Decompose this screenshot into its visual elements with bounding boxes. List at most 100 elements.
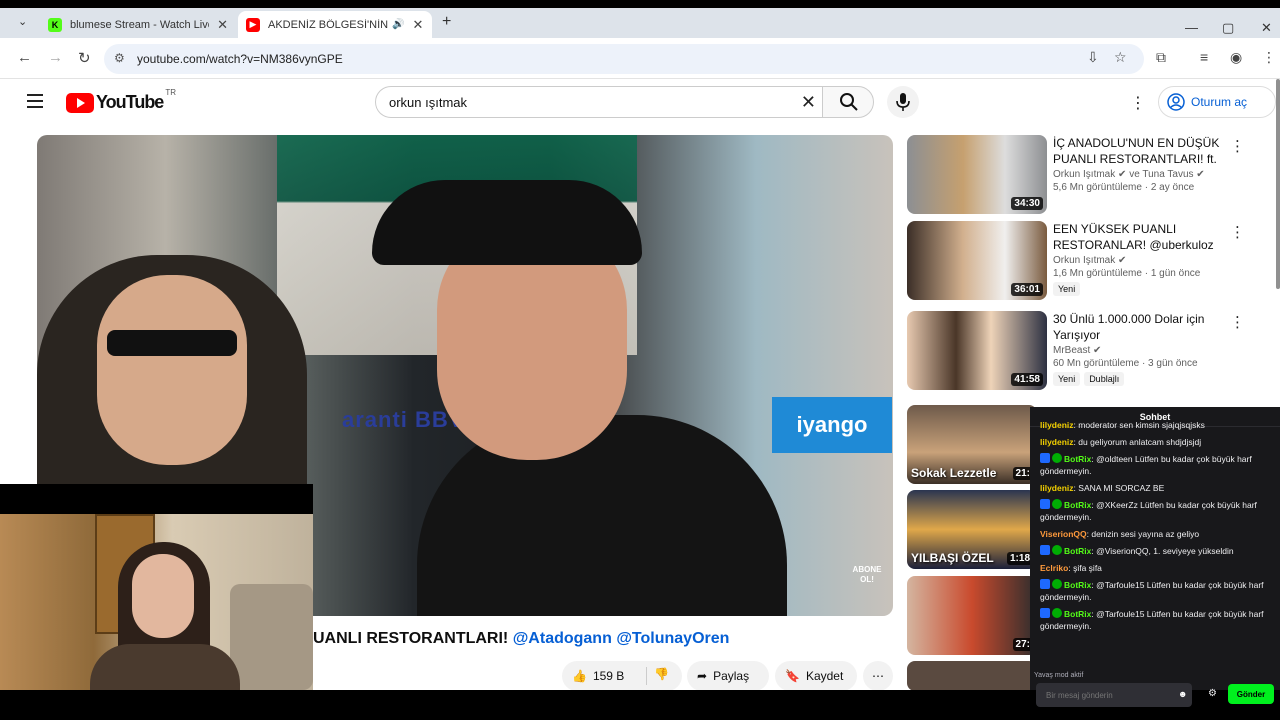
channel-name-1[interactable]: Orkun Işıtmak (1053, 169, 1115, 180)
close-tab-icon[interactable]: ✕ (412, 17, 423, 33)
window-close-icon[interactable]: ✕ (1261, 20, 1272, 36)
site-info-icon[interactable]: ⚙ (114, 51, 125, 65)
chat-username[interactable]: BotRix (1064, 500, 1091, 510)
duration-badge: 34:30 (1011, 197, 1043, 210)
chat-username[interactable]: lilydeniz (1040, 420, 1074, 430)
chat-username[interactable]: lilydeniz (1040, 437, 1074, 447)
view-meta: 1,6 Mn görüntüleme · 1 gün önce (1053, 268, 1201, 279)
chat-message: lilydeniz: moderator sen kimsin sjajqjsq… (1040, 419, 1274, 431)
bot-badge-icon (1040, 608, 1050, 618)
clear-search-icon[interactable]: ✕ (801, 92, 816, 113)
recommendation-title[interactable]: 30 Ünlü 1.000.000 Dolar için Yarışıyor (1053, 311, 1223, 343)
chat-message: BotRix: @Tarfoule15 Lütfen bu kadar çok … (1040, 579, 1274, 603)
toolbar: ← → ↻ ⚙ youtube.com/watch?v=NM386vynGPE … (0, 38, 1280, 79)
channel-name-2[interactable]: ve Tuna Tavus (1129, 169, 1193, 180)
video-thumbnail[interactable]: 36:01 (907, 221, 1047, 300)
chat-message-input[interactable] (1036, 683, 1192, 707)
thumbnail-caption: YILBAŞI ÖZEL (911, 551, 994, 565)
page-scrollbar[interactable] (1276, 79, 1280, 289)
more-actions-button[interactable]: ⋯ (863, 661, 893, 691)
youtube-logo[interactable]: YouTube TR (66, 88, 176, 113)
maximize-icon[interactable]: ▢ (1222, 20, 1234, 36)
tab-kick-stream[interactable]: K blumese Stream - Watch Live on ✕ (40, 11, 236, 38)
video-thumbnail[interactable]: 34:30 (907, 135, 1047, 214)
channel-name-1[interactable]: MrBeast (1053, 345, 1090, 356)
recommendation-title[interactable]: EEN YÜKSEK PUANLI RESTORANLAR! @uberkulo… (1053, 221, 1223, 253)
close-tab-icon[interactable]: ✕ (217, 17, 228, 33)
like-button[interactable]: 👍 159 B 👎 (562, 661, 682, 691)
video-cap (372, 180, 642, 265)
chat-username[interactable]: BotRix (1064, 609, 1091, 619)
bot-badge-icon (1040, 579, 1050, 589)
reload-icon[interactable]: ↻ (78, 49, 91, 67)
more-options-icon[interactable]: ⋮ (1230, 313, 1245, 331)
new-tab-icon[interactable]: + (442, 13, 451, 31)
chat-message: BotRix: @Tarfoule15 Lütfen bu kadar çok … (1040, 608, 1274, 632)
chat-username[interactable]: BotRix (1064, 580, 1091, 590)
bookmark-star-icon[interactable]: ☆ (1114, 49, 1127, 66)
hamburger-menu-icon[interactable] (27, 94, 43, 108)
video-thumbnail[interactable]: YILBAŞI ÖZEL 1:18 (907, 490, 1037, 569)
thumbs-up-icon: 👍 (572, 669, 587, 683)
extensions-icon[interactable]: ⧉ (1156, 49, 1166, 66)
speaker-icon[interactable]: 🔊 (392, 19, 404, 30)
mention-link[interactable]: @Atadogann (513, 630, 612, 647)
tab-search-icon[interactable]: ⌄ (18, 15, 27, 28)
chat-username[interactable]: Eclriko (1040, 563, 1068, 573)
browser-menu-icon[interactable]: ⋮ (1262, 49, 1276, 66)
mention-link[interactable]: @TolunayOren (616, 630, 729, 647)
recommendation-item[interactable]: 34:30 İÇ ANADOLU'NUN EN DÜŞÜK PUANLI RES… (907, 135, 1247, 217)
install-app-icon[interactable]: ⇩ (1087, 49, 1099, 66)
forward-icon[interactable]: → (48, 49, 63, 66)
chat-text: SANA MI SORCAZ BE (1078, 483, 1165, 493)
chat-settings-gear-icon[interactable]: ⚙ (1208, 688, 1217, 699)
more-options-icon[interactable]: ⋮ (1230, 137, 1245, 155)
region-code: TR (165, 88, 176, 97)
sign-in-button[interactable]: Oturum aç (1158, 86, 1276, 118)
like-count: 159 B (592, 669, 625, 683)
chat-text: du geliyorum anlatcam shdjdjsjdj (1078, 437, 1202, 447)
tab-bar: ⌄ K blumese Stream - Watch Live on ✕ ▶ A… (0, 8, 1280, 38)
webcam-armchair (230, 584, 313, 690)
channel-name[interactable]: Orkun Işıtmak ✔ ve Tuna Tavus ✔ (1053, 169, 1223, 180)
emote-picker-icon[interactable]: ☻ (1178, 689, 1187, 699)
back-icon[interactable]: ← (17, 49, 32, 66)
video-thumbnail[interactable]: 27: (907, 576, 1037, 655)
chat-message: lilydeniz: SANA MI SORCAZ BE (1040, 482, 1274, 494)
video-thumbnail[interactable] (907, 661, 1037, 691)
thumbs-down-icon[interactable]: 👎 (654, 667, 669, 681)
chat-username[interactable]: BotRix (1064, 454, 1091, 464)
profile-icon[interactable]: ◉ (1230, 49, 1242, 66)
save-button[interactable]: 🔖 Kaydet (775, 661, 857, 691)
recommendation-title[interactable]: İÇ ANADOLU'NUN EN DÜŞÜK PUANLI RESTORANT… (1053, 135, 1223, 167)
channel-name[interactable]: Orkun Işıtmak ✔ (1053, 255, 1223, 266)
media-control-icon[interactable]: ≡ (1200, 49, 1208, 65)
recommendation-item[interactable]: 41:58 30 Ünlü 1.000.000 Dolar için Yarış… (907, 311, 1247, 393)
save-label: Kaydet (805, 669, 844, 683)
send-button[interactable]: Gönder (1228, 684, 1274, 704)
address-bar[interactable]: ⚙ youtube.com/watch?v=NM386vynGPE (104, 44, 1144, 74)
video-thumbnail[interactable]: 41:58 (907, 311, 1047, 390)
channel-name-1[interactable]: Orkun Işıtmak (1053, 255, 1115, 266)
voice-search-button[interactable] (887, 86, 919, 118)
search-input[interactable]: orkun ışıtmak ✕ (375, 86, 823, 118)
video-thumbnail[interactable]: Sokak Lezzetle 21: (907, 405, 1037, 484)
tab-title: blumese Stream - Watch Live on (70, 18, 209, 31)
chat-messages[interactable]: lilydeniz: moderator sen kimsin sjajqjsq… (1030, 419, 1280, 661)
subscribe-watermark[interactable]: ABONE OL! (847, 565, 887, 597)
more-options-icon[interactable]: ⋮ (1230, 223, 1245, 241)
webcam-overlay (0, 484, 313, 690)
channel-name[interactable]: MrBeast ✔ (1053, 345, 1223, 356)
chat-username[interactable]: BotRix (1064, 546, 1091, 556)
search-button[interactable] (822, 86, 874, 118)
share-button[interactable]: ➦ Paylaş (687, 661, 769, 691)
verified-badge-icon (1052, 453, 1062, 463)
minimize-icon[interactable]: — (1185, 20, 1198, 35)
more-horizontal-icon: ⋯ (872, 669, 884, 683)
verified-icon: ✔ (1118, 255, 1127, 266)
tab-youtube-video[interactable]: ▶ AKDENİZ BÖLGESİ'NİN EN D 🔊 ✕ (238, 11, 432, 38)
chat-username[interactable]: lilydeniz (1040, 483, 1074, 493)
chat-username[interactable]: ViserionQQ (1040, 529, 1087, 539)
recommendation-item[interactable]: 36:01 EEN YÜKSEK PUANLI RESTORANLAR! @ub… (907, 221, 1247, 303)
settings-menu-icon[interactable]: ⋮ (1130, 93, 1146, 113)
